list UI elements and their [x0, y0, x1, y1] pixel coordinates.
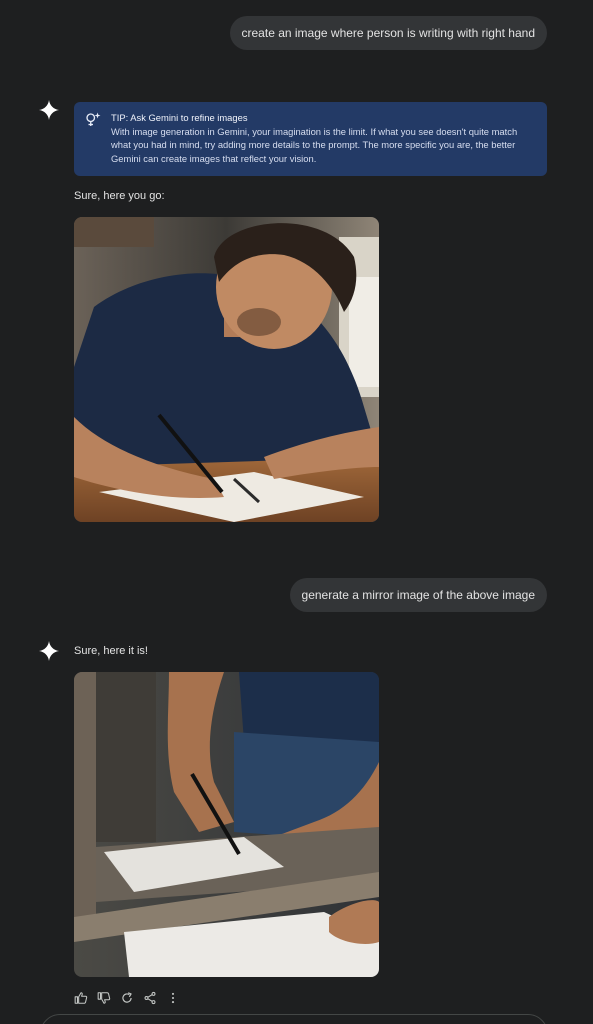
man-writing-image: [74, 217, 379, 522]
response-text: Sure, here it is!: [74, 645, 148, 657]
tip-title: TIP: Ask Gemini to refine images: [111, 112, 248, 123]
more-options-icon[interactable]: [166, 991, 180, 1005]
prompt-input-bar[interactable]: [40, 1014, 548, 1024]
lightbulb-sparkle-icon: [86, 112, 101, 126]
tip-body: With image generation in Gemini, your im…: [111, 125, 518, 164]
user-message: create an image where person is writing …: [229, 16, 547, 50]
gemini-sparkle-icon: [39, 100, 59, 120]
thumbs-down-icon[interactable]: [97, 991, 111, 1005]
regenerate-icon[interactable]: [120, 991, 134, 1005]
user-message-text: create an image where person is writing …: [241, 26, 535, 40]
chat-page: create an image where person is writing …: [0, 0, 593, 1024]
response-text: Sure, here you go:: [74, 190, 165, 202]
user-message: generate a mirror image of the above ima…: [289, 578, 547, 612]
response-actions: [74, 991, 189, 1005]
share-icon[interactable]: [143, 991, 157, 1005]
gemini-sparkle-icon: [39, 641, 59, 661]
tip-banner: TIP: Ask Gemini to refine images With im…: [74, 102, 547, 176]
thumbs-up-icon[interactable]: [74, 991, 88, 1005]
generated-image[interactable]: [74, 672, 379, 977]
mirror-writing-image: [74, 672, 379, 977]
user-message-text: generate a mirror image of the above ima…: [301, 588, 535, 602]
generated-image[interactable]: [74, 217, 379, 522]
